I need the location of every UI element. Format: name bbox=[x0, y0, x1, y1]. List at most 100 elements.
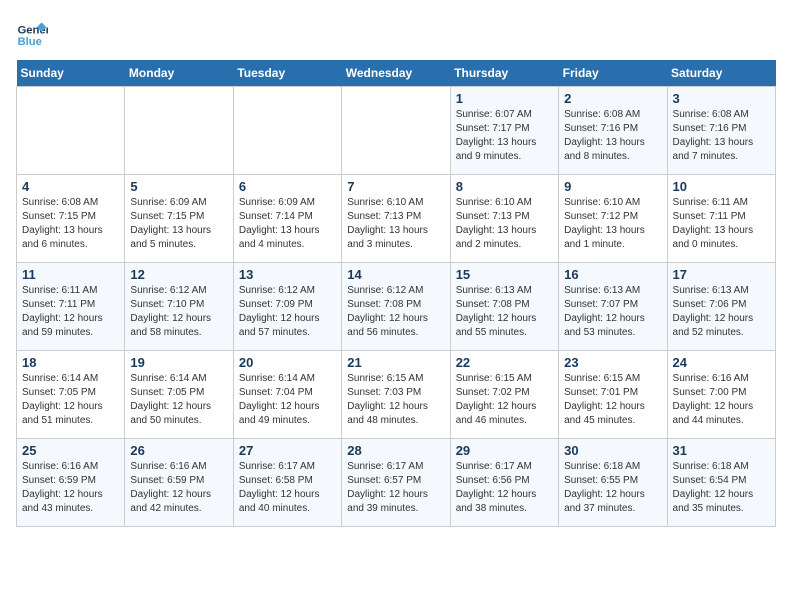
day-info: Sunrise: 6:10 AM Sunset: 7:12 PM Dayligh… bbox=[564, 196, 661, 252]
day-info: Sunrise: 6:14 AM Sunset: 7:04 PM Dayligh… bbox=[239, 372, 336, 428]
day-info: Sunrise: 6:08 AM Sunset: 7:16 PM Dayligh… bbox=[564, 108, 661, 164]
calendar-cell-w2d5: 8 Sunrise: 6:10 AM Sunset: 7:13 PM Daylig… bbox=[450, 175, 558, 263]
day-number: 6 bbox=[239, 179, 336, 194]
day-number: 28 bbox=[347, 443, 444, 458]
calendar-cell-w5d5: 29 Sunrise: 6:17 AM Sunset: 6:56 PM Dayli… bbox=[450, 439, 558, 527]
calendar-cell-w1d3 bbox=[233, 87, 341, 175]
day-number: 4 bbox=[22, 179, 119, 194]
page-header: General Blue bbox=[16, 16, 776, 48]
day-number: 9 bbox=[564, 179, 661, 194]
calendar-cell-w3d2: 12 Sunrise: 6:12 AM Sunset: 7:10 PM Dayli… bbox=[125, 263, 233, 351]
calendar-header: SundayMondayTuesdayWednesdayThursdayFrid… bbox=[17, 60, 776, 87]
calendar-cell-w1d6: 2 Sunrise: 6:08 AM Sunset: 7:16 PM Daylig… bbox=[559, 87, 667, 175]
calendar-week-1: 1 Sunrise: 6:07 AM Sunset: 7:17 PM Daylig… bbox=[17, 87, 776, 175]
calendar-cell-w2d4: 7 Sunrise: 6:10 AM Sunset: 7:13 PM Daylig… bbox=[342, 175, 450, 263]
calendar-cell-w5d2: 26 Sunrise: 6:16 AM Sunset: 6:59 PM Dayli… bbox=[125, 439, 233, 527]
calendar-body: 1 Sunrise: 6:07 AM Sunset: 7:17 PM Daylig… bbox=[17, 87, 776, 527]
day-number: 10 bbox=[673, 179, 770, 194]
day-number: 31 bbox=[673, 443, 770, 458]
day-info: Sunrise: 6:17 AM Sunset: 6:57 PM Dayligh… bbox=[347, 460, 444, 516]
calendar-cell-w1d2 bbox=[125, 87, 233, 175]
calendar-cell-w1d5: 1 Sunrise: 6:07 AM Sunset: 7:17 PM Daylig… bbox=[450, 87, 558, 175]
calendar-cell-w2d3: 6 Sunrise: 6:09 AM Sunset: 7:14 PM Daylig… bbox=[233, 175, 341, 263]
day-number: 16 bbox=[564, 267, 661, 282]
calendar-cell-w4d4: 21 Sunrise: 6:15 AM Sunset: 7:03 PM Dayli… bbox=[342, 351, 450, 439]
calendar-cell-w5d7: 31 Sunrise: 6:18 AM Sunset: 6:54 PM Dayli… bbox=[667, 439, 775, 527]
day-info: Sunrise: 6:15 AM Sunset: 7:01 PM Dayligh… bbox=[564, 372, 661, 428]
calendar-week-4: 18 Sunrise: 6:14 AM Sunset: 7:05 PM Dayli… bbox=[17, 351, 776, 439]
day-number: 13 bbox=[239, 267, 336, 282]
day-info: Sunrise: 6:15 AM Sunset: 7:02 PM Dayligh… bbox=[456, 372, 553, 428]
logo-icon: General Blue bbox=[16, 16, 48, 48]
weekday-header-wednesday: Wednesday bbox=[342, 60, 450, 87]
calendar-cell-w3d5: 15 Sunrise: 6:13 AM Sunset: 7:08 PM Dayli… bbox=[450, 263, 558, 351]
weekday-header-monday: Monday bbox=[125, 60, 233, 87]
day-info: Sunrise: 6:14 AM Sunset: 7:05 PM Dayligh… bbox=[22, 372, 119, 428]
day-number: 26 bbox=[130, 443, 227, 458]
calendar-week-2: 4Sunrise: 6:08 AM Sunset: 7:15 PM Daylig… bbox=[17, 175, 776, 263]
calendar-cell-w1d4 bbox=[342, 87, 450, 175]
day-info: Sunrise: 6:17 AM Sunset: 6:58 PM Dayligh… bbox=[239, 460, 336, 516]
calendar-cell-w1d7: 3Sunrise: 6:08 AM Sunset: 7:16 PM Daylig… bbox=[667, 87, 775, 175]
weekday-header-thursday: Thursday bbox=[450, 60, 558, 87]
day-info: Sunrise: 6:13 AM Sunset: 7:06 PM Dayligh… bbox=[673, 284, 770, 340]
calendar-cell-w5d1: 25 Sunrise: 6:16 AM Sunset: 6:59 PM Dayli… bbox=[17, 439, 125, 527]
logo: General Blue bbox=[16, 16, 48, 48]
day-info: Sunrise: 6:11 AM Sunset: 7:11 PM Dayligh… bbox=[673, 196, 770, 252]
day-info: Sunrise: 6:08 AM Sunset: 7:16 PM Dayligh… bbox=[673, 108, 770, 164]
day-info: Sunrise: 6:16 AM Sunset: 7:00 PM Dayligh… bbox=[673, 372, 770, 428]
day-info: Sunrise: 6:16 AM Sunset: 6:59 PM Dayligh… bbox=[22, 460, 119, 516]
calendar-cell-w1d1 bbox=[17, 87, 125, 175]
day-info: Sunrise: 6:13 AM Sunset: 7:08 PM Dayligh… bbox=[456, 284, 553, 340]
day-number: 20 bbox=[239, 355, 336, 370]
day-number: 29 bbox=[456, 443, 553, 458]
day-info: Sunrise: 6:13 AM Sunset: 7:07 PM Dayligh… bbox=[564, 284, 661, 340]
calendar-cell-w5d6: 30Sunrise: 6:18 AM Sunset: 6:55 PM Dayli… bbox=[559, 439, 667, 527]
day-number: 11 bbox=[22, 267, 119, 282]
weekday-header-sunday: Sunday bbox=[17, 60, 125, 87]
day-info: Sunrise: 6:07 AM Sunset: 7:17 PM Dayligh… bbox=[456, 108, 553, 164]
day-info: Sunrise: 6:15 AM Sunset: 7:03 PM Dayligh… bbox=[347, 372, 444, 428]
calendar-cell-w2d1: 4Sunrise: 6:08 AM Sunset: 7:15 PM Daylig… bbox=[17, 175, 125, 263]
day-number: 21 bbox=[347, 355, 444, 370]
day-number: 1 bbox=[456, 91, 553, 106]
day-number: 23 bbox=[564, 355, 661, 370]
weekday-header-saturday: Saturday bbox=[667, 60, 775, 87]
calendar-cell-w2d7: 10 Sunrise: 6:11 AM Sunset: 7:11 PM Dayli… bbox=[667, 175, 775, 263]
calendar-week-3: 11 Sunrise: 6:11 AM Sunset: 7:11 PM Dayli… bbox=[17, 263, 776, 351]
calendar-cell-w5d4: 28 Sunrise: 6:17 AM Sunset: 6:57 PM Dayli… bbox=[342, 439, 450, 527]
svg-text:Blue: Blue bbox=[18, 36, 42, 48]
calendar-cell-w3d4: 14 Sunrise: 6:12 AM Sunset: 7:08 PM Dayli… bbox=[342, 263, 450, 351]
day-number: 5 bbox=[130, 179, 227, 194]
day-number: 7 bbox=[347, 179, 444, 194]
calendar-cell-w3d3: 13Sunrise: 6:12 AM Sunset: 7:09 PM Dayli… bbox=[233, 263, 341, 351]
day-info: Sunrise: 6:10 AM Sunset: 7:13 PM Dayligh… bbox=[347, 196, 444, 252]
calendar-cell-w5d3: 27Sunrise: 6:17 AM Sunset: 6:58 PM Dayli… bbox=[233, 439, 341, 527]
calendar-cell-w2d2: 5 Sunrise: 6:09 AM Sunset: 7:15 PM Daylig… bbox=[125, 175, 233, 263]
calendar-cell-w3d7: 17 Sunrise: 6:13 AM Sunset: 7:06 PM Dayli… bbox=[667, 263, 775, 351]
day-info: Sunrise: 6:16 AM Sunset: 6:59 PM Dayligh… bbox=[130, 460, 227, 516]
day-info: Sunrise: 6:11 AM Sunset: 7:11 PM Dayligh… bbox=[22, 284, 119, 340]
day-number: 15 bbox=[456, 267, 553, 282]
day-number: 17 bbox=[673, 267, 770, 282]
day-info: Sunrise: 6:09 AM Sunset: 7:14 PM Dayligh… bbox=[239, 196, 336, 252]
day-info: Sunrise: 6:09 AM Sunset: 7:15 PM Dayligh… bbox=[130, 196, 227, 252]
day-number: 14 bbox=[347, 267, 444, 282]
day-number: 12 bbox=[130, 267, 227, 282]
day-number: 18 bbox=[22, 355, 119, 370]
weekday-header-row: SundayMondayTuesdayWednesdayThursdayFrid… bbox=[17, 60, 776, 87]
calendar-cell-w4d2: 19Sunrise: 6:14 AM Sunset: 7:05 PM Dayli… bbox=[125, 351, 233, 439]
day-number: 2 bbox=[564, 91, 661, 106]
day-number: 8 bbox=[456, 179, 553, 194]
day-info: Sunrise: 6:18 AM Sunset: 6:54 PM Dayligh… bbox=[673, 460, 770, 516]
day-info: Sunrise: 6:10 AM Sunset: 7:13 PM Dayligh… bbox=[456, 196, 553, 252]
day-info: Sunrise: 6:12 AM Sunset: 7:08 PM Dayligh… bbox=[347, 284, 444, 340]
day-info: Sunrise: 6:12 AM Sunset: 7:10 PM Dayligh… bbox=[130, 284, 227, 340]
day-number: 25 bbox=[22, 443, 119, 458]
calendar-cell-w3d1: 11 Sunrise: 6:11 AM Sunset: 7:11 PM Dayli… bbox=[17, 263, 125, 351]
day-info: Sunrise: 6:17 AM Sunset: 6:56 PM Dayligh… bbox=[456, 460, 553, 516]
calendar-cell-w4d1: 18 Sunrise: 6:14 AM Sunset: 7:05 PM Dayli… bbox=[17, 351, 125, 439]
calendar-cell-w2d6: 9 Sunrise: 6:10 AM Sunset: 7:12 PM Daylig… bbox=[559, 175, 667, 263]
calendar-table: SundayMondayTuesdayWednesdayThursdayFrid… bbox=[16, 60, 776, 527]
weekday-header-friday: Friday bbox=[559, 60, 667, 87]
